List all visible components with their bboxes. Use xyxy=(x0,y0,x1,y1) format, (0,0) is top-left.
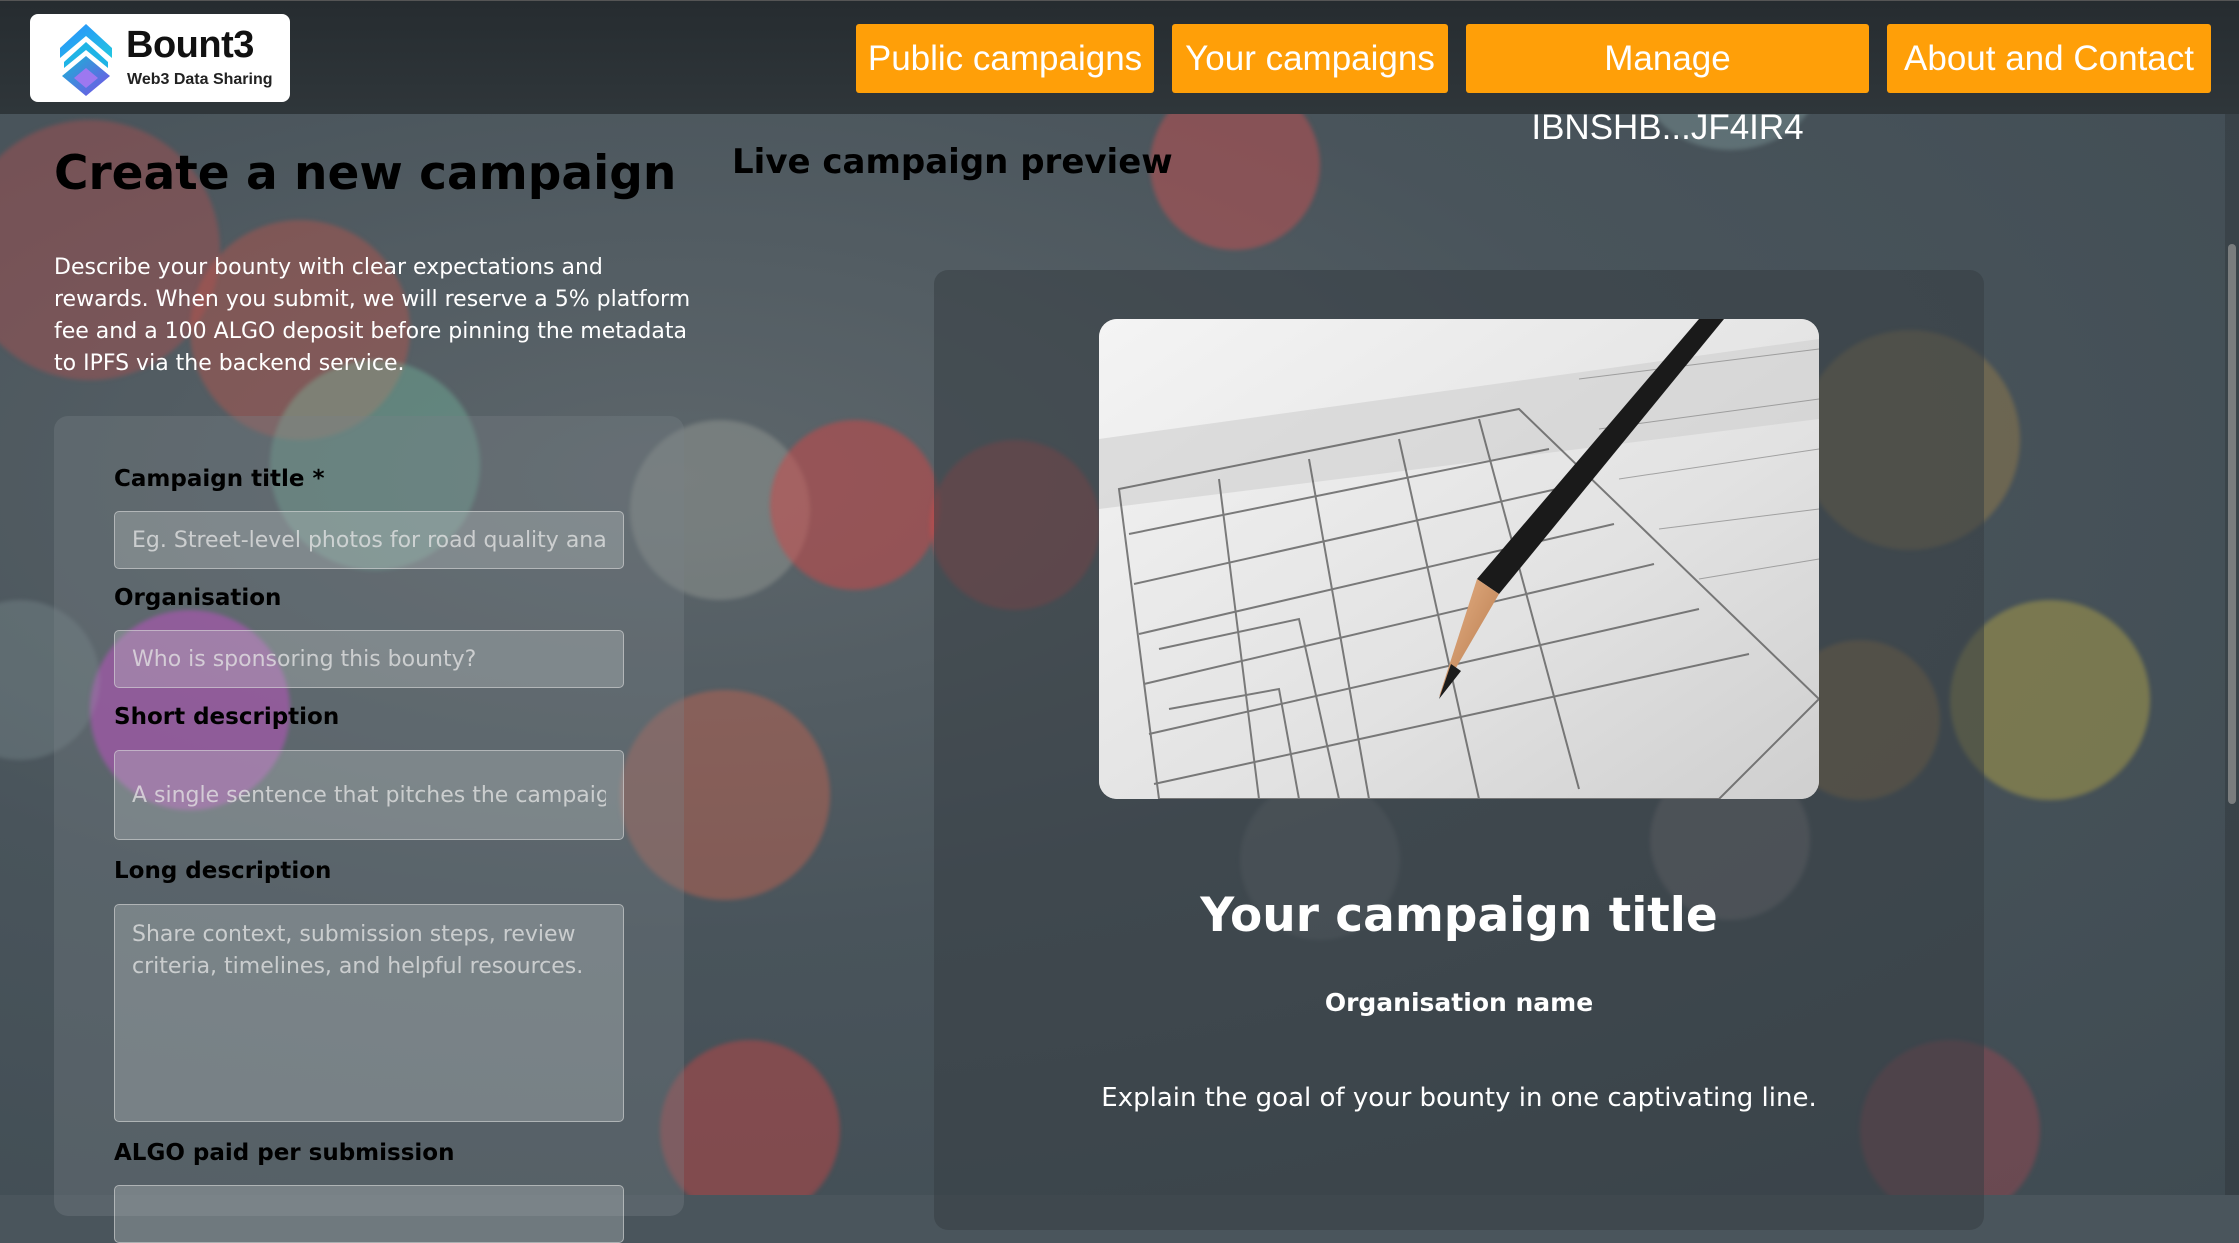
brand-tagline: Web3 Data Sharing xyxy=(127,71,273,88)
short-description-input[interactable] xyxy=(114,750,624,840)
scrollbar-thumb[interactable] xyxy=(2228,244,2236,804)
page-title: Create a new campaign xyxy=(54,146,677,201)
short-description-label: Short description xyxy=(114,704,340,730)
campaign-cover-image xyxy=(1099,319,1819,799)
nav-manage-wallet[interactable]: Manage IBNSHB...JF4IR4 xyxy=(1466,24,1869,147)
long-description-label: Long description xyxy=(114,858,332,884)
preview-short-description: Explain the goal of your bounty in one c… xyxy=(1101,1083,1817,1113)
nav-public-campaigns[interactable]: Public campaigns xyxy=(856,24,1154,93)
bount3-logo-icon xyxy=(60,24,112,96)
page-scrollbar[interactable] xyxy=(2225,114,2239,1195)
preview-campaign-title: Your campaign title xyxy=(1200,888,1718,943)
campaign-title-label: Campaign title * xyxy=(114,466,325,492)
nav-about-contact[interactable]: About and Contact xyxy=(1887,24,2211,93)
preview-heading: Live campaign preview xyxy=(732,142,1173,182)
top-navbar: Bount3 Web3 Data Sharing Public campaign… xyxy=(0,0,2239,147)
brand-name: Bount3 xyxy=(126,24,254,66)
organisation-label: Organisation xyxy=(114,585,282,611)
campaign-title-input[interactable] xyxy=(114,511,624,569)
brand-logo[interactable]: Bount3 Web3 Data Sharing xyxy=(30,14,290,102)
organisation-input[interactable] xyxy=(114,630,624,688)
pencil-on-blueprint-image xyxy=(1099,319,1819,799)
form-intro-text: Describe your bounty with clear expectat… xyxy=(54,255,691,376)
long-description-textarea[interactable] xyxy=(114,904,624,1122)
nav-your-campaigns[interactable]: Your campaigns xyxy=(1172,24,1448,93)
algo-per-submission-input[interactable] xyxy=(114,1185,624,1243)
preview-organisation-name: Organisation name xyxy=(1324,988,1594,1017)
algo-per-submission-label: ALGO paid per submission xyxy=(114,1140,455,1166)
